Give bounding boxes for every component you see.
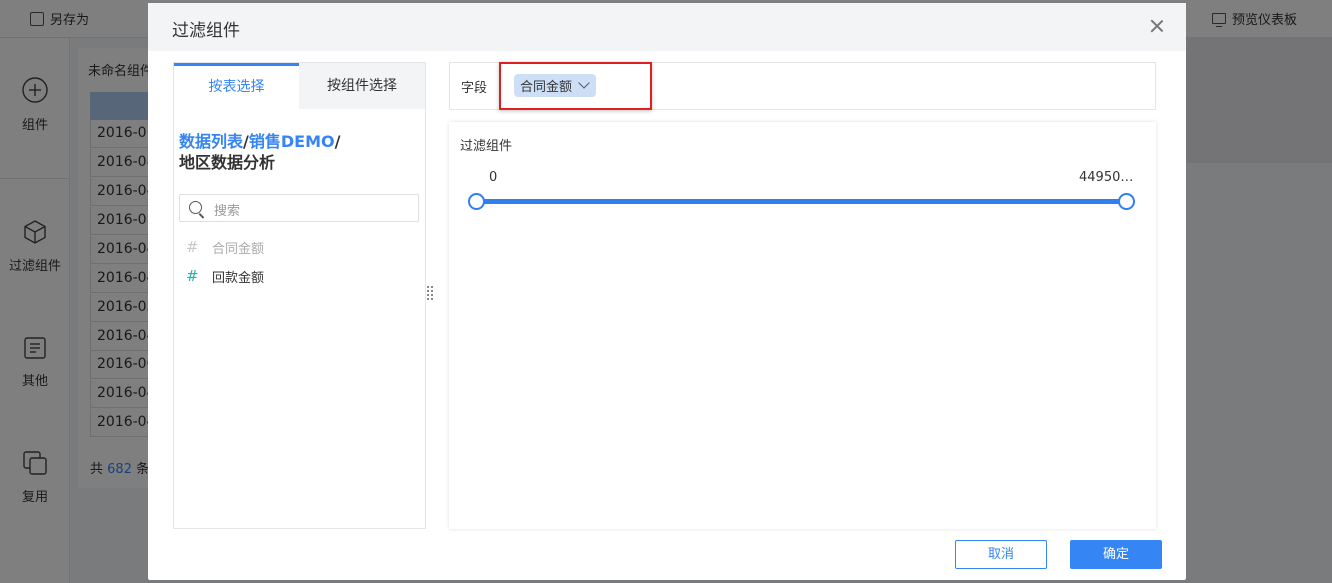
slider-min-label: 0 [489, 170, 498, 185]
search-icon [189, 201, 202, 214]
confirm-button[interactable]: 确定 [1070, 540, 1162, 569]
field-item-payment-amount[interactable]: # 回款金额 [186, 265, 264, 287]
field-item-contract-amount: # 合同金额 [186, 236, 264, 258]
close-icon[interactable] [1148, 17, 1166, 35]
breadcrumb-current-table: 地区数据分析 [179, 153, 276, 172]
field-item-label: 回款金额 [212, 270, 265, 286]
number-field-icon: # [186, 238, 199, 256]
field-item-label: 合同金额 [212, 241, 265, 257]
search-placeholder: 搜索 [214, 204, 241, 219]
field-bar: 字段 合同金额 [449, 62, 1156, 110]
resize-handle[interactable] [427, 286, 435, 302]
source-panel: 按表选择 按组件选择 数据列表/销售DEMO/地区数据分析 搜索 # 合同金额 … [173, 62, 426, 529]
search-input[interactable]: 搜索 [179, 194, 419, 222]
filter-component-dialog: 过滤组件 按表选择 按组件选择 数据列表/销售DEMO/地区数据分析 搜索 # … [148, 3, 1186, 580]
dialog-header: 过滤组件 [148, 3, 1186, 51]
filter-preview: 过滤组件 0 44950… [449, 122, 1156, 529]
range-slider-track[interactable] [476, 199, 1127, 204]
breadcrumb-data-list[interactable]: 数据列表 [179, 132, 243, 151]
number-field-icon: # [186, 267, 199, 285]
breadcrumb-sales-demo[interactable]: 销售DEMO [249, 132, 335, 151]
range-slider-max-handle[interactable] [1118, 193, 1135, 210]
slider-max-label: 44950… [1079, 170, 1134, 185]
range-slider-min-handle[interactable] [468, 193, 485, 210]
source-tabs: 按表选择 按组件选择 [174, 63, 425, 109]
cancel-button[interactable]: 取消 [955, 540, 1047, 569]
selected-field-label: 合同金额 [520, 80, 573, 95]
breadcrumb-separator: / [334, 132, 341, 151]
breadcrumb: 数据列表/销售DEMO/地区数据分析 [179, 131, 419, 173]
field-label: 字段 [461, 81, 488, 96]
selected-field-dropdown[interactable]: 合同金额 [514, 74, 597, 97]
dialog-title: 过滤组件 [172, 21, 240, 41]
chevron-down-icon [578, 77, 590, 89]
tab-by-table[interactable]: 按表选择 [174, 63, 299, 109]
preview-title: 过滤组件 [460, 139, 513, 154]
tab-by-component[interactable]: 按组件选择 [299, 63, 425, 109]
